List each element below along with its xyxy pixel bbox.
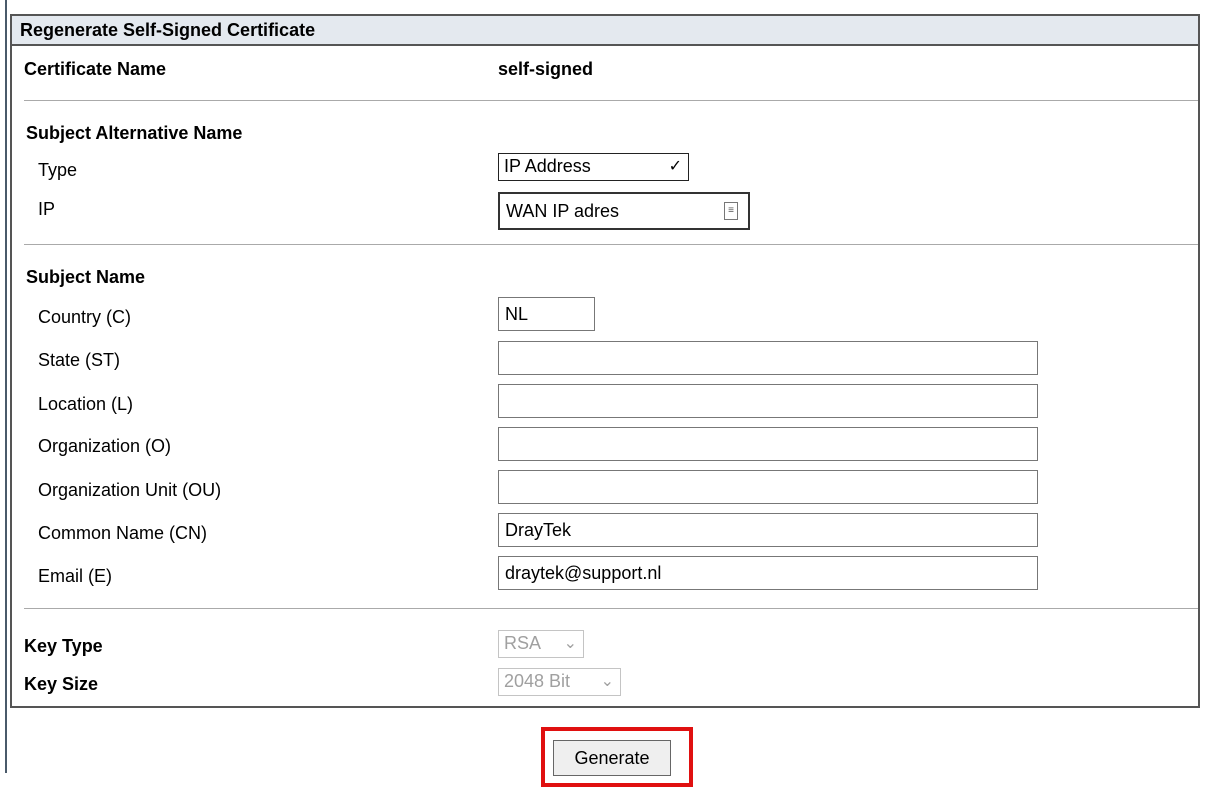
email-input[interactable]: draytek@support.nl xyxy=(498,556,1038,590)
key-type-select: RSA ⌄ xyxy=(498,630,584,658)
san-ip-value: WAN IP adres xyxy=(506,201,620,221)
certificate-panel: Regenerate Self-Signed Certificate Certi… xyxy=(10,14,1200,708)
divider xyxy=(24,244,1198,245)
san-type-label: Type xyxy=(38,160,78,180)
country-input[interactable]: NL xyxy=(498,297,595,331)
certificate-name-label: Certificate Name xyxy=(24,59,167,79)
common-name-label: Common Name (CN) xyxy=(38,523,208,543)
email-value: draytek@support.nl xyxy=(505,563,662,583)
san-ip-input[interactable]: WAN IP adres ≡ xyxy=(498,192,750,230)
chevron-down-icon: ⌄ xyxy=(600,673,614,690)
key-size-value: 2048 Bit xyxy=(504,671,571,691)
divider xyxy=(24,100,1198,101)
ip-object-picker-icon[interactable]: ≡ xyxy=(724,202,738,220)
country-label: Country (C) xyxy=(38,307,132,327)
san-section-label: Subject Alternative Name xyxy=(26,123,243,143)
chevron-down-icon: ⌄ xyxy=(563,635,577,652)
panel-title: Regenerate Self-Signed Certificate xyxy=(12,16,1198,46)
organization-label: Organization (O) xyxy=(38,436,172,456)
chevron-down-icon: ✓ xyxy=(668,158,682,175)
email-label: Email (E) xyxy=(38,566,113,586)
san-type-value: IP Address xyxy=(504,156,591,176)
location-input[interactable] xyxy=(498,384,1038,418)
common-name-value: DrayTek xyxy=(505,520,572,540)
key-size-label: Key Size xyxy=(24,674,99,694)
key-type-value: RSA xyxy=(504,633,542,653)
organization-input[interactable] xyxy=(498,427,1038,461)
state-input[interactable] xyxy=(498,341,1038,375)
generate-button[interactable]: Generate xyxy=(553,740,671,776)
san-type-select[interactable]: IP Address ✓ xyxy=(498,153,689,181)
subject-section-label: Subject Name xyxy=(26,267,146,287)
org-unit-label: Organization Unit (OU) xyxy=(38,480,222,500)
country-value: NL xyxy=(505,304,529,324)
common-name-input[interactable]: DrayTek xyxy=(498,513,1038,547)
key-type-label: Key Type xyxy=(24,636,103,656)
certificate-name-value: self-signed xyxy=(498,59,594,79)
page-left-frame xyxy=(5,0,7,773)
state-label: State (ST) xyxy=(38,350,121,370)
san-ip-label: IP xyxy=(38,199,56,219)
key-size-select: 2048 Bit ⌄ xyxy=(498,668,621,696)
divider xyxy=(24,608,1198,609)
org-unit-input[interactable] xyxy=(498,470,1038,504)
location-label: Location (L) xyxy=(38,394,134,414)
